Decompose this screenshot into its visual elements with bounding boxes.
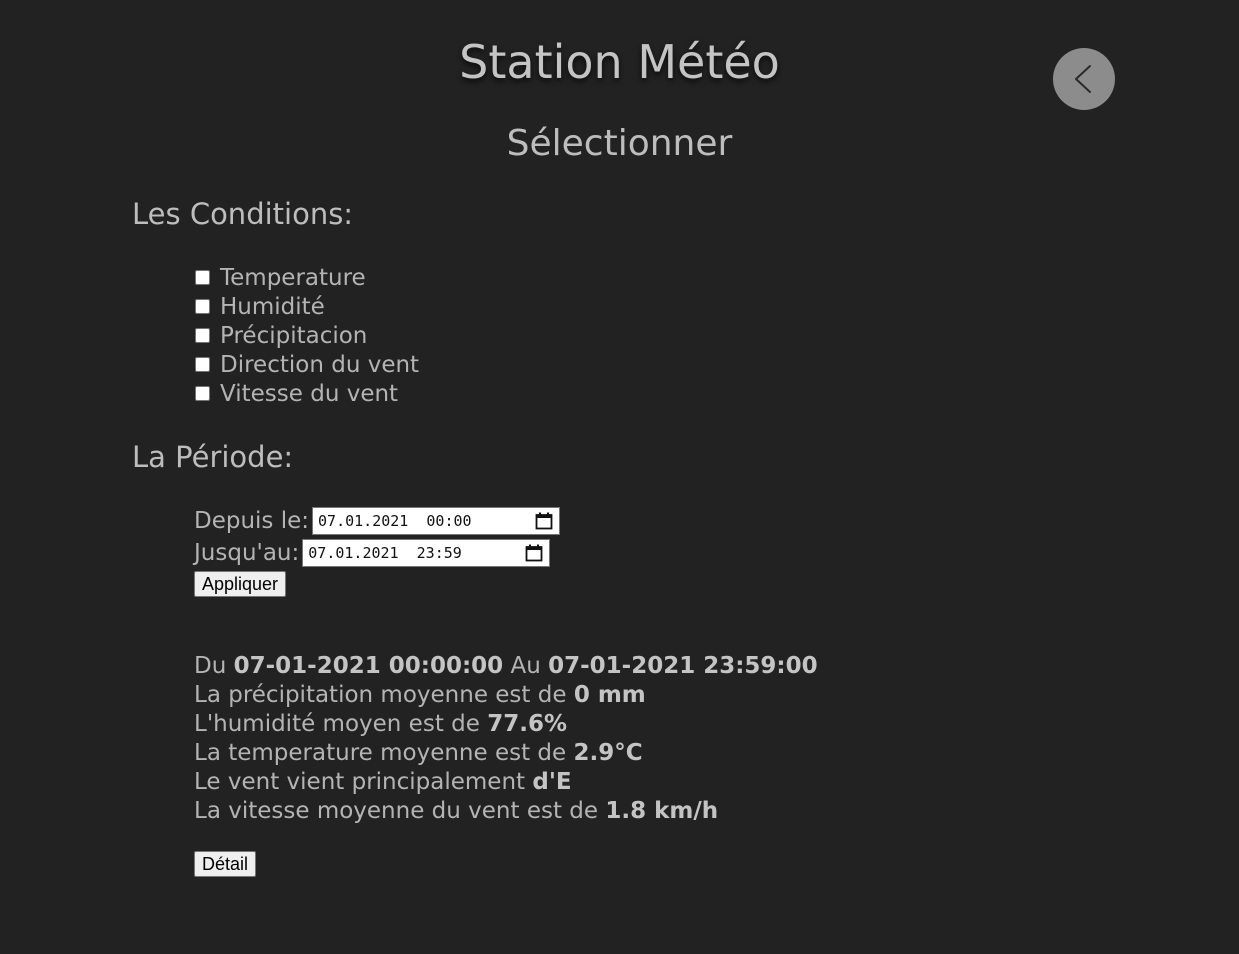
precip-text: La précipitation moyenne est de (194, 682, 574, 708)
checkbox-wind-direction[interactable] (195, 357, 210, 372)
range-mid: Au (503, 653, 549, 679)
precip-value: 0 mm (573, 682, 646, 708)
from-row: Depuis le: 07.01.2021 00:00 (194, 505, 561, 537)
period-form: Depuis le: 07.01.2021 00:00 Jusqu'au: 07… (194, 505, 561, 569)
condition-item-temperature[interactable]: Temperature (194, 263, 419, 292)
result-precipitation: La précipitation moyenne est de 0 mm (194, 681, 818, 710)
wind-speed-text: La vitesse moyenne du vent est de (194, 798, 606, 824)
result-humidity: L'humidité moyen est de 77.6% (194, 710, 818, 739)
calendar-icon[interactable] (525, 544, 543, 562)
wind-speed-value: 1.8 km/h (605, 798, 719, 824)
condition-item-precipitation[interactable]: Précipitacion (194, 321, 419, 350)
to-label: Jusqu'au: (194, 540, 300, 566)
temp-text: La temperature moyenne est de (194, 740, 574, 766)
result-wind-speed: La vitesse moyenne du vent est de 1.8 km… (194, 797, 818, 826)
checkbox-wind-speed[interactable] (195, 386, 210, 401)
checkbox-humidity[interactable] (195, 299, 210, 314)
page-subtitle: Sélectionner (506, 123, 733, 164)
period-heading: La Période: (132, 440, 294, 474)
temp-value: 2.9°C (573, 740, 643, 766)
conditions-list: Temperature Humidité Précipitacion Direc… (194, 263, 419, 408)
to-datetime-value: 07.01.2021 23:59 (308, 544, 462, 562)
result-range: Du 07-01-2021 00:00:00 Au 07-01-2021 23:… (194, 652, 818, 681)
condition-item-humidity[interactable]: Humidité (194, 292, 419, 321)
to-datetime-input[interactable]: 07.01.2021 23:59 (302, 539, 551, 567)
condition-label: Temperature (220, 264, 366, 291)
range-prefix: Du (194, 653, 234, 679)
checkbox-precipitation[interactable] (195, 328, 210, 343)
condition-label: Humidité (220, 293, 325, 320)
detail-button[interactable]: Détail (194, 851, 257, 877)
to-row: Jusqu'au: 07.01.2021 23:59 (194, 537, 560, 569)
apply-button[interactable]: Appliquer (194, 571, 287, 597)
from-label: Depuis le: (194, 508, 310, 534)
result-temperature: La temperature moyenne est de 2.9°C (194, 739, 818, 768)
chevron-left-icon (1075, 65, 1091, 93)
humidity-text: L'humidité moyen est de (194, 711, 488, 737)
from-datetime-input[interactable]: 07.01.2021 00:00 (312, 507, 561, 535)
wind-dir-value: d'E (532, 769, 572, 795)
conditions-heading: Les Conditions: (132, 197, 354, 231)
condition-label: Vitesse du vent (220, 380, 399, 407)
condition-label: Direction du vent (220, 351, 420, 378)
page: Station Météo Sélectionner Les Condition… (0, 0, 1239, 954)
wind-dir-text: Le vent vient principalement (194, 769, 533, 795)
condition-label: Précipitacion (220, 322, 368, 349)
from-datetime-value: 07.01.2021 00:00 (318, 512, 472, 530)
condition-item-wind-speed[interactable]: Vitesse du vent (194, 379, 419, 408)
results-summary: Du 07-01-2021 00:00:00 Au 07-01-2021 23:… (194, 652, 818, 826)
humidity-value: 77.6% (487, 711, 568, 737)
condition-item-wind-direction[interactable]: Direction du vent (194, 350, 419, 379)
checkbox-temperature[interactable] (195, 270, 210, 285)
range-from: 07-01-2021 00:00:00 (233, 653, 504, 679)
range-to: 07-01-2021 23:59:00 (548, 653, 818, 679)
result-wind-direction: Le vent vient principalement d'E (194, 768, 818, 797)
back-button[interactable] (1053, 48, 1115, 110)
calendar-icon[interactable] (535, 512, 553, 530)
